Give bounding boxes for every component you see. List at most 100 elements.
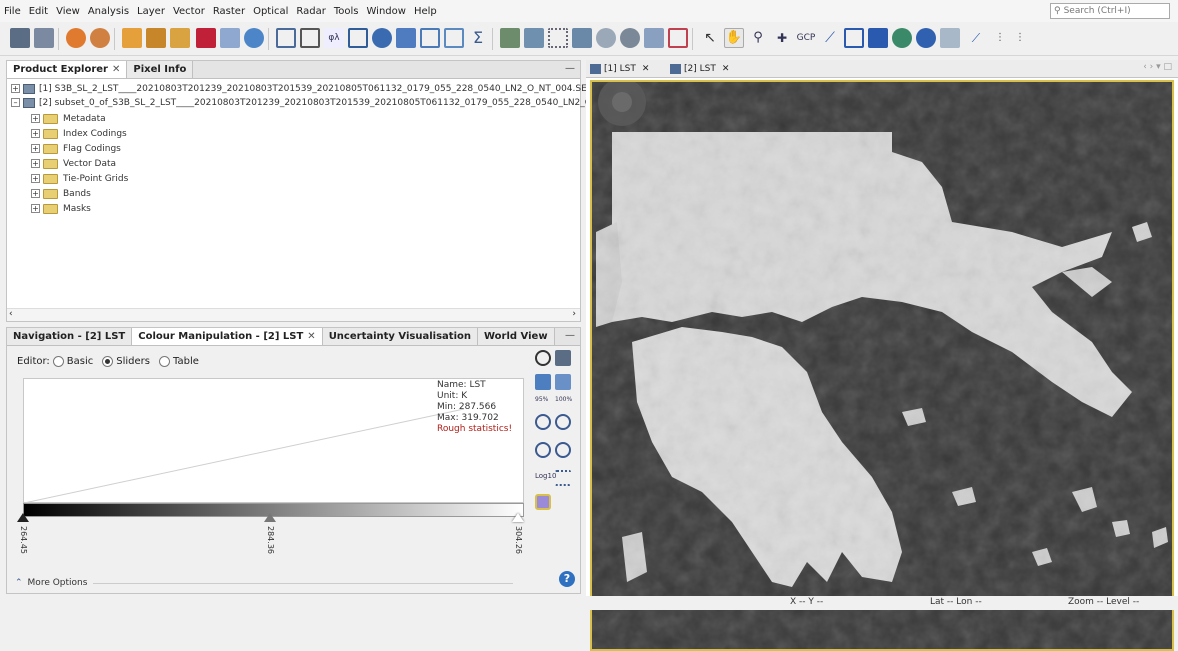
save-product-icon[interactable] [34,28,54,48]
open-product-icon[interactable] [10,28,30,48]
gcp-placing-tool-icon[interactable]: GCP [796,28,816,48]
tree-node-index-codings[interactable]: + Index Codings [31,127,127,140]
tab-navigation[interactable]: Navigation - [2] LST [7,328,133,345]
scatter-plot-icon[interactable] [444,28,464,48]
tree-node-masks[interactable]: + Masks [31,202,91,215]
menu-optical[interactable]: Optical [249,6,292,17]
toolbar-overflow-icon[interactable]: ⋮ [1010,28,1030,48]
tree-product-2[interactable]: – [2] subset_0_of_S3B_SL_2_LST____202108… [11,96,603,109]
menu-tools[interactable]: Tools [330,6,363,17]
radio-sliders[interactable] [102,356,114,367]
rgb-image-icon[interactable] [196,28,216,48]
tree-node-tie-point-grids[interactable]: + Tie-Point Grids [31,172,128,185]
slider-mid-handle[interactable] [264,513,276,522]
lst-image-canvas[interactable] [590,80,1174,651]
expand-icon[interactable]: + [31,174,40,183]
more-options-toggle[interactable]: ⌃ More Options [15,578,514,588]
reprojection-icon[interactable] [572,28,592,48]
radio-table[interactable] [159,356,171,367]
expand-icon[interactable]: + [31,159,40,168]
pin-icon[interactable] [620,28,640,48]
toolbar-overflow-icon[interactable]: ⋮ [990,28,1010,48]
tab-pixel-info[interactable]: Pixel Info [127,61,194,78]
rectangle-tool-icon[interactable] [868,28,888,48]
range-finder-icon[interactable] [916,28,936,48]
tab-image-1[interactable]: [1] LST ✕ [590,62,649,76]
tab-image-2[interactable]: [2] LST ✕ [670,62,729,76]
scroll-right-icon[interactable]: › [572,309,576,319]
tree-node-flag-codings[interactable]: + Flag Codings [31,142,121,155]
scroll-left-icon[interactable]: ‹ [9,309,13,319]
tree-node-bands[interactable]: + Bands [31,187,91,200]
tree-node-metadata[interactable]: + Metadata [31,112,106,125]
slider-max-handle[interactable] [512,513,524,522]
redo-icon[interactable] [90,28,110,48]
graph-builder-icon[interactable] [644,28,664,48]
close-icon[interactable]: ✕ [112,64,120,75]
tab-uncertainty-visualisation[interactable]: Uncertainty Visualisation [322,328,478,345]
search-input[interactable]: ⚲ Search (Ctrl+I) [1050,3,1170,19]
gcp-icon[interactable] [596,28,616,48]
expand-icon[interactable]: + [11,84,20,93]
pan-tool-icon[interactable]: ✋ [724,28,744,48]
geo-coding-icon[interactable] [396,28,416,48]
image-view-icon[interactable] [220,28,240,48]
histogram-icon[interactable] [348,28,368,48]
zoom-out-vertical-icon[interactable] [555,414,571,430]
zoom-tool-icon[interactable]: ⚲ [748,28,768,48]
expand-icon[interactable]: + [31,189,40,198]
close-icon[interactable]: ✕ [722,64,730,74]
line-tool-icon[interactable]: ⟋ [820,28,840,48]
world-map-icon[interactable] [244,28,264,48]
minimize-icon[interactable]: — [565,330,575,341]
menu-layer[interactable]: Layer [133,6,169,17]
slider-min-handle[interactable] [17,513,29,522]
magic-wand-icon[interactable] [892,28,912,48]
reset-icon[interactable] [535,350,551,366]
phi-lambda-icon[interactable]: φλ [324,28,344,48]
multi-apply-icon[interactable] [555,350,571,366]
slider-max-value[interactable]: 304.26 [514,526,523,554]
percentile-100-button[interactable]: 100% [555,396,572,403]
grid-icon[interactable] [548,28,568,48]
tab-colour-manipulation[interactable]: Colour Manipulation - [2] LST ✕ [132,328,323,345]
menu-window[interactable]: Window [363,6,410,17]
undo-icon[interactable] [66,28,86,48]
minimize-icon[interactable]: — [565,63,575,74]
layer-editor-icon[interactable] [940,28,960,48]
radio-basic[interactable] [52,356,64,367]
tab-product-explorer[interactable]: Product Explorer ✕ [7,61,128,78]
tab-world-view[interactable]: World View [478,328,555,345]
menu-radar[interactable]: Radar [292,6,329,17]
slider-mid-value[interactable]: 284.36 [266,526,275,554]
percentile-95-button[interactable]: 95% [535,396,548,403]
select-tool-icon[interactable]: ↖ [700,28,720,48]
menu-edit[interactable]: Edit [25,6,52,17]
menu-vector[interactable]: Vector [169,6,209,17]
slider-min-value[interactable]: 264.45 [19,526,28,554]
vector-icon[interactable] [276,28,296,48]
import-icon[interactable] [535,374,551,390]
menu-file[interactable]: File [0,6,25,17]
distribute-icon[interactable] [555,470,571,486]
polyline-tool-icon[interactable] [844,28,864,48]
band-maths-icon[interactable] [122,28,142,48]
collocation-icon[interactable] [524,28,544,48]
bar-graph-icon[interactable] [170,28,190,48]
edit-icon[interactable] [300,28,320,48]
batch-processing-icon[interactable] [668,28,688,48]
expand-icon[interactable]: + [31,144,40,153]
collapse-icon[interactable]: – [11,98,20,107]
filtered-band-icon[interactable] [146,28,166,48]
log10-button[interactable]: Log10 [535,472,556,480]
zoom-out-horizontal-icon[interactable] [555,442,571,458]
draw-line-icon[interactable]: ⟋ [966,28,986,48]
menu-raster[interactable]: Raster [209,6,249,17]
menu-help[interactable]: Help [410,6,441,17]
pin-placing-tool-icon[interactable]: ✚ [772,28,792,48]
expand-icon[interactable]: + [31,129,40,138]
export-icon[interactable] [555,374,571,390]
close-icon[interactable]: ✕ [307,331,315,342]
tree-product-1[interactable]: + [1] S3B_SL_2_LST____20210803T201239_20… [11,82,599,95]
horizontal-scrollbar[interactable]: ‹ › [7,308,580,321]
